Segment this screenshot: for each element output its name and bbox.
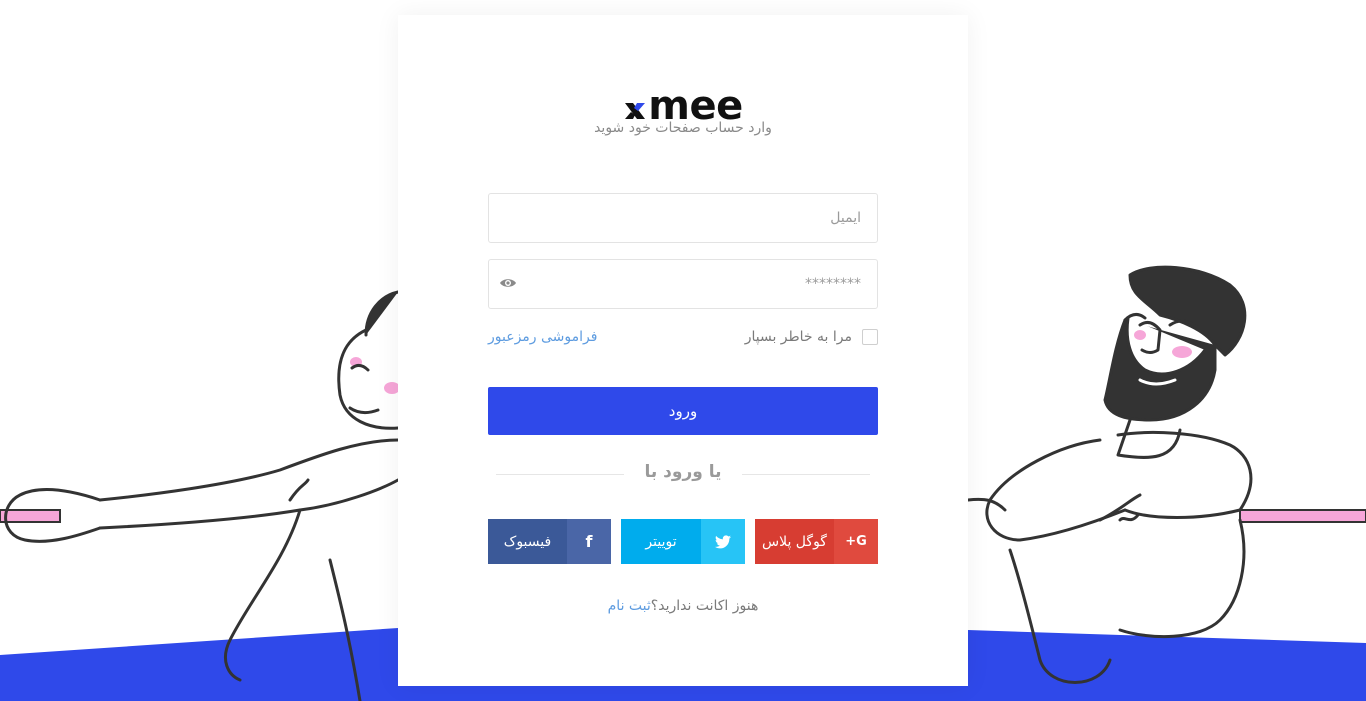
password-field-container (488, 259, 878, 309)
signup-link[interactable]: ثبت نام (608, 598, 651, 614)
right-rope (1239, 509, 1366, 523)
remember-me-label: مرا به خاطر بسپار (744, 329, 852, 345)
twitter-icon (701, 519, 745, 564)
twitter-label: توییتر (645, 533, 677, 550)
page-subtitle: وارد حساب صفحات خود شوید (594, 120, 772, 136)
or-divider: یا ورود با (496, 462, 870, 486)
google-plus-icon: G+ (834, 519, 878, 564)
remember-me: مرا به خاطر بسپار (745, 329, 878, 345)
forgot-password-link[interactable]: فراموشی رمزعبور (488, 329, 597, 345)
email-input[interactable] (489, 194, 877, 242)
options-row: مرا به خاطر بسپار فراموشی رمزعبور (488, 329, 878, 351)
divider-line-right (742, 474, 870, 475)
password-input[interactable] (489, 260, 877, 308)
signup-prompt-text: هنوز اکانت ندارید؟ (650, 598, 759, 614)
login-button[interactable]: ورود (488, 387, 878, 435)
facebook-icon: f (567, 519, 611, 564)
right-character (966, 265, 1253, 684)
left-rope (0, 509, 61, 523)
divider-text: یا ورود با (644, 462, 722, 482)
eye-icon[interactable] (499, 276, 517, 290)
signup-prompt: هنوز اکانت ندارید؟ثبت نام (398, 598, 968, 614)
twitter-button[interactable]: توییتر (621, 519, 745, 564)
remember-me-checkbox[interactable] (862, 329, 878, 345)
google-plus-label: گوگل پلاس (762, 533, 827, 550)
facebook-button[interactable]: f فیسبوک (488, 519, 611, 564)
google-plus-button[interactable]: G+ گوگل پلاس (755, 519, 878, 564)
facebook-label: فیسبوک (503, 533, 552, 550)
login-card: mee وارد حساب صفحات خود شوید مرا به خاطر… (398, 15, 968, 686)
email-field-container (488, 193, 878, 243)
